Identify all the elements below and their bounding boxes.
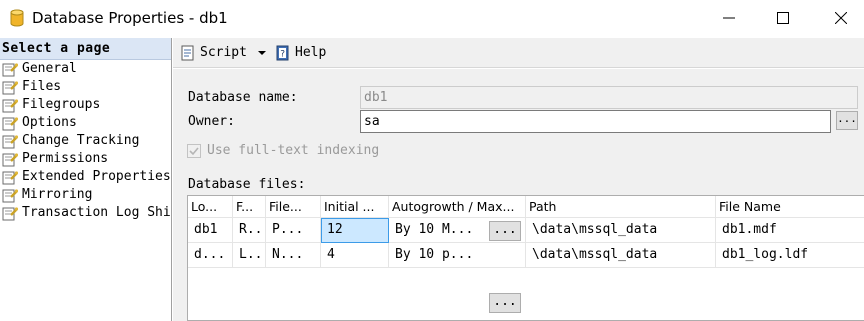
svg-text:?: ?: [280, 50, 285, 60]
sidebar-item-permissions[interactable]: Permissions: [0, 150, 171, 168]
cell-filegroup[interactable]: P...: [266, 218, 321, 243]
sidebar-item-label: Permissions: [22, 151, 109, 166]
database-files-label: Database files:: [188, 177, 306, 192]
column-header-autogrowth[interactable]: Autogrowth / Max...: [389, 196, 526, 218]
chevron-down-icon[interactable]: [257, 45, 273, 61]
sidebar-header: Select a page: [0, 38, 171, 60]
cell-file-type[interactable]: L...: [233, 243, 266, 268]
cell-filegroup[interactable]: N...: [266, 243, 321, 268]
cell-logical-name[interactable]: db1: [188, 218, 233, 243]
page-wrench-icon: [2, 170, 19, 185]
sidebar-item-label: Change Tracking: [22, 133, 140, 148]
autogrowth-text: By 10 M...: [395, 222, 474, 237]
sidebar-item-label: Options: [22, 115, 77, 130]
column-header-file-type[interactable]: F...: [233, 196, 266, 218]
sidebar-item-options[interactable]: Options: [0, 114, 171, 132]
sidebar-item-label: Mirroring: [22, 187, 93, 202]
script-button[interactable]: Script: [200, 45, 247, 60]
window-title: Database Properties - db1: [32, 9, 228, 27]
column-header-logical-name[interactable]: Lo...: [188, 196, 233, 218]
toolbar: Script ? Help: [173, 38, 864, 68]
cell-logical-name[interactable]: d...: [188, 243, 233, 268]
cell-file-name[interactable]: db1_log.ldf: [716, 243, 864, 268]
column-header-path[interactable]: Path: [526, 196, 716, 218]
owner-field[interactable]: sa: [360, 110, 831, 133]
column-header-initial-size[interactable]: Initial ...: [321, 196, 389, 218]
minimize-icon: [723, 17, 735, 19]
table-row[interactable]: db1 R... P... 12 By 10 M... ... \data\ms…: [188, 218, 864, 243]
fulltext-checkbox: [187, 144, 201, 158]
title-bar: Database Properties - db1: [0, 0, 864, 37]
page-wrench-icon: [2, 98, 19, 113]
close-icon: [835, 12, 847, 24]
sidebar-item-general[interactable]: General: [0, 60, 171, 78]
checkmark-icon: [189, 147, 199, 156]
cell-initial-size[interactable]: 4: [321, 243, 389, 268]
maximize-button[interactable]: [760, 0, 806, 36]
page-wrench-icon: [2, 116, 19, 131]
sidebar-item-transaction-log-shipping[interactable]: Transaction Log Shi: [0, 204, 171, 222]
database-name-field: db1: [360, 86, 858, 109]
sidebar-item-extended-properties[interactable]: Extended Properties: [0, 168, 171, 186]
page-wrench-icon: [2, 80, 19, 95]
fulltext-label: Use full-text indexing: [207, 143, 380, 158]
owner-label: Owner:: [188, 114, 235, 129]
close-button[interactable]: [818, 0, 864, 36]
sidebar-item-label: General: [22, 61, 77, 76]
cell-autogrowth[interactable]: By 10 p...: [389, 243, 526, 268]
column-header-file-name[interactable]: File Name: [716, 196, 864, 218]
sidebar-item-label: Extended Properties: [22, 169, 171, 184]
cell-file-name[interactable]: db1.mdf: [716, 218, 864, 243]
autogrowth-edit-button[interactable]: ...: [489, 293, 521, 313]
page-selector-sidebar: Select a page General Files Filegroups O…: [0, 38, 172, 321]
cell-initial-size[interactable]: 12: [321, 218, 389, 243]
table-row[interactable]: d... L... N... 4 By 10 p... ... \data\ms…: [188, 243, 864, 313]
owner-browse-button[interactable]: ...: [836, 111, 858, 130]
page-wrench-icon: [2, 206, 19, 221]
cell-path[interactable]: \data\mssql_data: [526, 218, 716, 243]
script-icon: [180, 45, 196, 61]
cell-path[interactable]: \data\mssql_data: [526, 243, 716, 268]
sidebar-item-change-tracking[interactable]: Change Tracking: [0, 132, 171, 150]
page-wrench-icon: [2, 188, 19, 203]
maximize-icon: [777, 12, 789, 24]
sidebar-item-filegroups[interactable]: Filegroups: [0, 96, 171, 114]
page-wrench-icon: [2, 152, 19, 167]
help-icon: ?: [275, 45, 291, 61]
cell-file-type[interactable]: R...: [233, 218, 266, 243]
grid-header: Lo... F... File... Initial ... Autogrowt…: [188, 196, 864, 218]
database-icon: [10, 9, 24, 27]
database-name-label: Database name:: [188, 90, 298, 105]
help-button[interactable]: Help: [295, 45, 326, 60]
sidebar-item-label: Files: [22, 79, 62, 94]
autogrowth-edit-button[interactable]: ...: [489, 221, 521, 241]
sidebar-item-mirroring[interactable]: Mirroring: [0, 186, 171, 204]
minimize-button[interactable]: [706, 0, 752, 36]
page-wrench-icon: [2, 62, 19, 77]
sidebar-item-files[interactable]: Files: [0, 78, 171, 96]
database-files-grid[interactable]: Lo... F... File... Initial ... Autogrowt…: [187, 195, 864, 321]
column-header-filegroup[interactable]: File...: [266, 196, 321, 218]
sidebar-item-label: Transaction Log Shi: [22, 205, 171, 220]
sidebar-item-label: Filegroups: [22, 97, 101, 112]
autogrowth-text: By 10 p...: [395, 247, 474, 262]
page-wrench-icon: [2, 134, 19, 149]
general-page-content: Database name: db1 Owner: sa ... Use ful…: [173, 69, 864, 321]
